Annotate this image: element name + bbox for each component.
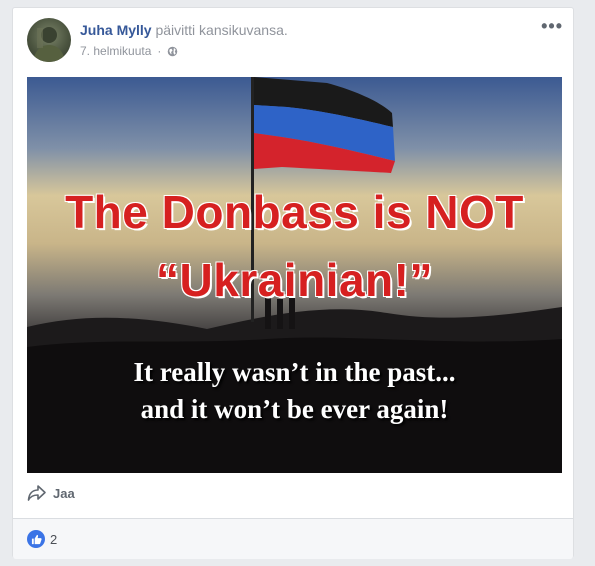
subline-1: It really wasn’t in the past... bbox=[133, 357, 456, 387]
subline-2: and it won’t be ever again! bbox=[140, 394, 449, 424]
avatar-image bbox=[33, 27, 65, 62]
author-name[interactable]: Juha Mylly bbox=[80, 22, 152, 38]
avatar[interactable] bbox=[27, 18, 71, 62]
thumbs-up-icon bbox=[27, 530, 45, 548]
share-arrow-icon bbox=[27, 485, 46, 501]
more-options-button[interactable]: ••• bbox=[541, 16, 563, 37]
post-date[interactable]: 7. helmikuuta bbox=[80, 44, 151, 58]
post-action-text: päivitti kansikuvansa. bbox=[155, 22, 288, 38]
reactions-bar: 2 bbox=[13, 519, 573, 559]
share-label: Jaa bbox=[53, 485, 75, 501]
share-button[interactable]: Jaa bbox=[27, 484, 75, 502]
headline-line-1: The Donbass is NOT bbox=[65, 186, 524, 238]
globe-icon[interactable] bbox=[167, 46, 178, 57]
post-header: Juha Mylly päivitti kansikuvansa. bbox=[80, 22, 288, 38]
cover-photo[interactable]: The Donbass is NOT “Ukrainian!” It reall… bbox=[27, 77, 562, 473]
headline-line-2: “Ukrainian!” bbox=[156, 254, 433, 306]
like-count[interactable]: 2 bbox=[27, 530, 57, 548]
post-meta: 7. helmikuuta · bbox=[80, 44, 178, 58]
post-card: Juha Mylly päivitti kansikuvansa. 7. hel… bbox=[12, 7, 574, 559]
like-count-value: 2 bbox=[50, 531, 58, 547]
post-meta-separator: · bbox=[157, 44, 162, 58]
